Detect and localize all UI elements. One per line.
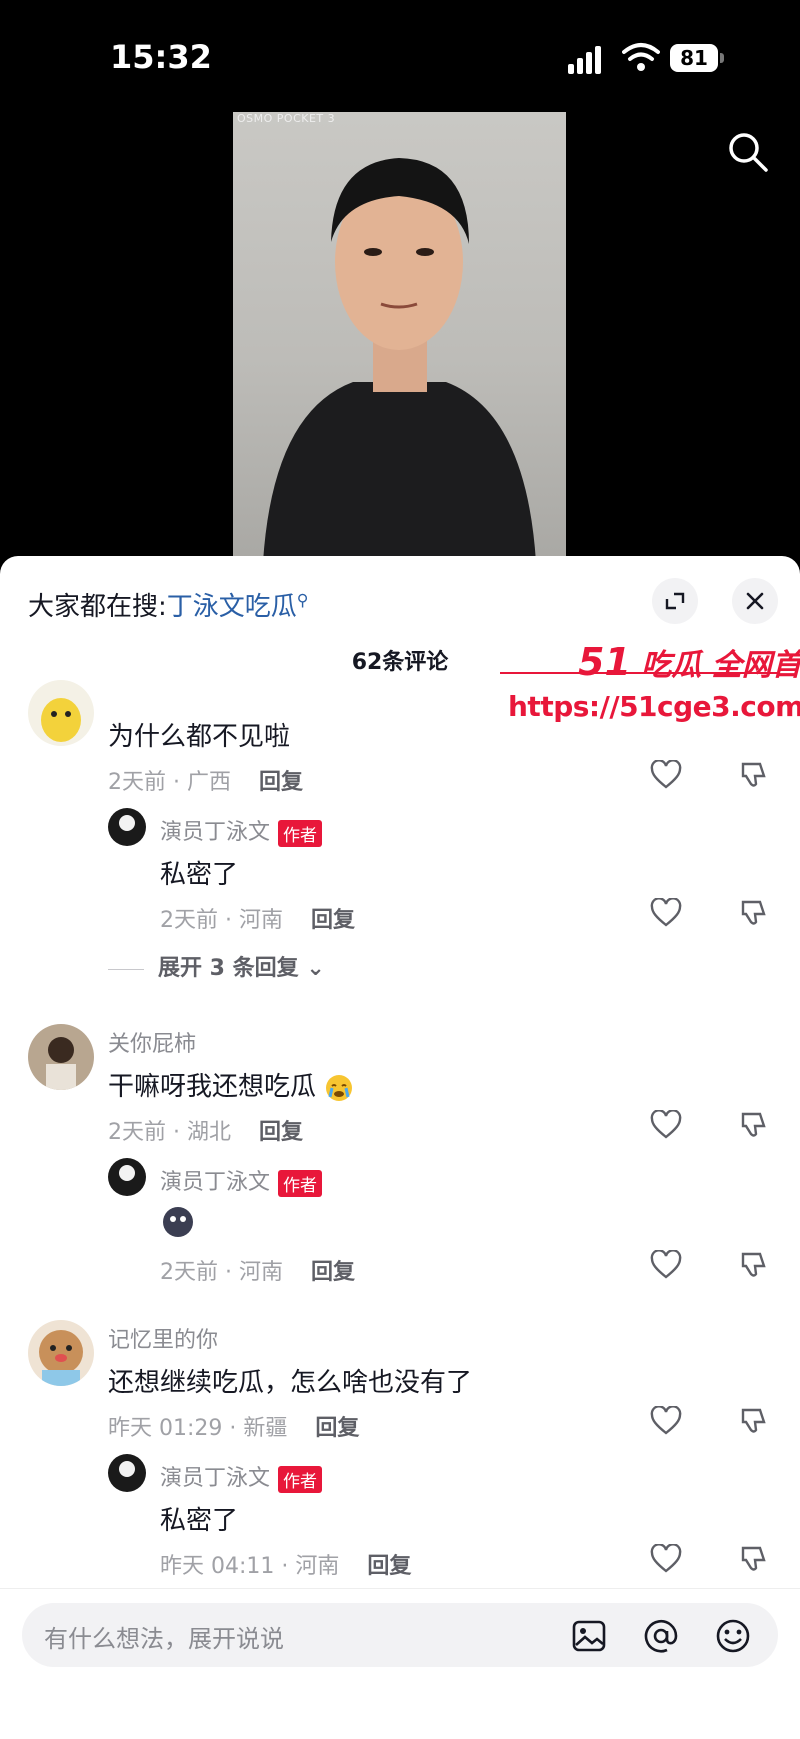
video-frame-person [263, 158, 536, 562]
reply-time-location: 2天前 · 河南 [160, 908, 283, 933]
reply-avatar[interactable] [108, 1454, 146, 1492]
heart-icon[interactable] [650, 1406, 682, 1436]
close-icon [746, 592, 764, 610]
comment-meta: 昨天 01:29 · 新疆 回复 [108, 1410, 359, 1442]
reply-button[interactable]: 回复 [259, 1120, 303, 1145]
watermark-number: 51 [578, 640, 631, 684]
search-icon[interactable] [726, 130, 770, 174]
emoji-icon[interactable] [714, 1617, 752, 1655]
reply-avatar[interactable] [108, 808, 146, 846]
avatar[interactable] [28, 680, 94, 746]
watermark-text: 吃瓜 全网首发 [641, 648, 800, 683]
comment-time-location: 2天前 · 湖北 [108, 1120, 231, 1145]
reply-avatar-image [108, 808, 146, 846]
trending-search[interactable]: 大家都在搜:丁泳文吃瓜⚲ [28, 586, 309, 623]
comment-meta: 2天前 · 广西 回复 [108, 764, 303, 796]
battery-indicator: 81 [670, 44, 726, 72]
reply-username[interactable]: 演员丁泳文 作者 [160, 1460, 323, 1493]
reply-button[interactable]: 回复 [311, 1260, 355, 1285]
heart-icon[interactable] [650, 760, 682, 790]
expand-replies-label: 展开 3 条回复 [158, 956, 299, 981]
status-bar: 15:32 81 [0, 0, 800, 110]
reply-avatar-image [108, 1158, 146, 1196]
at-icon[interactable] [642, 1617, 680, 1655]
reply-username[interactable]: 演员丁泳文 作者 [160, 814, 323, 847]
reply-meta: 昨天 04:11 · 河南 回复 [160, 1548, 411, 1580]
reply-button[interactable]: 回复 [315, 1416, 359, 1441]
reply-time-location: 2天前 · 河南 [160, 1260, 283, 1285]
dislike-icon[interactable] [738, 1110, 768, 1140]
reply-avatar[interactable] [108, 1158, 146, 1196]
trending-keyword[interactable]: 丁泳文吃瓜 [167, 592, 297, 622]
reply-button[interactable]: 回复 [367, 1554, 411, 1579]
close-button[interactable] [732, 578, 778, 624]
reply-time-location: 昨天 04:11 · 河南 [160, 1554, 340, 1579]
trending-prefix: 大家都在搜: [28, 592, 167, 622]
expand-divider [108, 968, 144, 970]
heart-icon[interactable] [650, 898, 682, 928]
avatar-image [28, 1320, 94, 1386]
reply-text: 私密了 [160, 1506, 239, 1536]
dislike-icon[interactable] [738, 898, 768, 928]
reply-username-text: 演员丁泳文 [160, 1170, 271, 1195]
crying-emoji-icon [326, 1074, 353, 1101]
dislike-icon[interactable] [738, 760, 768, 790]
image-icon[interactable] [570, 1617, 608, 1655]
comment-text: 还想继续吃瓜，怎么啥也没有了 [108, 1368, 473, 1398]
comment-time-location: 昨天 01:29 · 新疆 [108, 1416, 288, 1441]
dislike-icon[interactable] [738, 1544, 768, 1574]
comment-input-bar: 有什么想法，展开说说 [0, 1588, 800, 1739]
sticker-emoji-icon [163, 1207, 193, 1237]
comment-username[interactable]: 记忆里的你 [108, 1322, 218, 1354]
dislike-icon[interactable] [738, 1250, 768, 1280]
signal-icon [568, 46, 601, 74]
avatar[interactable] [28, 1320, 94, 1386]
watermark-url: https://51cge3.com [508, 690, 800, 723]
dislike-icon[interactable] [738, 1406, 768, 1436]
small-search-icon: ⚲ [296, 590, 309, 610]
reply-text: 私密了 [160, 860, 239, 890]
avatar[interactable] [28, 1024, 94, 1090]
battery-tip [720, 53, 724, 63]
reply-button[interactable]: 回复 [259, 770, 303, 795]
reply-username-text: 演员丁泳文 [160, 1466, 271, 1491]
avatar-image [28, 680, 94, 746]
reply-username[interactable]: 演员丁泳文 作者 [160, 1164, 323, 1197]
comment-text: 干嘛呀我还想吃瓜 [108, 1066, 354, 1103]
chevron-down-icon: ⌄ [306, 956, 325, 981]
author-badge: 作者 [278, 1465, 323, 1493]
watermark: 51 吃瓜 全网首发 https://51cge3.com [500, 640, 800, 730]
battery-level: 81 [670, 44, 718, 72]
comment-username[interactable]: 关你屁柿 [108, 1026, 196, 1058]
expand-replies-button[interactable]: 展开 3 条回复 ⌄ [108, 950, 325, 982]
comment-time-location: 2天前 · 广西 [108, 770, 231, 795]
fullscreen-icon [665, 592, 685, 610]
avatar-image [28, 1024, 94, 1090]
heart-icon[interactable] [650, 1250, 682, 1280]
author-badge: 作者 [278, 819, 323, 847]
reply-meta: 2天前 · 河南 回复 [160, 1254, 355, 1286]
comment-text: 为什么都不见啦 [108, 722, 291, 752]
heart-icon[interactable] [650, 1544, 682, 1574]
comment-input-placeholder: 有什么想法，展开说说 [44, 1625, 284, 1653]
reply-username-text: 演员丁泳文 [160, 820, 271, 845]
fullscreen-button[interactable] [652, 578, 698, 624]
reply-button[interactable]: 回复 [311, 908, 355, 933]
video-player[interactable]: OSMO POCKET 3 [233, 112, 566, 562]
comment-text-content: 干嘛呀我还想吃瓜 [108, 1072, 317, 1102]
comment-input[interactable]: 有什么想法，展开说说 [22, 1603, 778, 1667]
status-time: 15:32 [110, 38, 212, 76]
wifi-icon [622, 43, 660, 71]
heart-icon[interactable] [650, 1110, 682, 1140]
author-badge: 作者 [278, 1169, 323, 1197]
watermark-title: 51 吃瓜 全网首发 [578, 640, 800, 684]
reply-avatar-image [108, 1454, 146, 1492]
reply-meta: 2天前 · 河南 回复 [160, 902, 355, 934]
comment-meta: 2天前 · 湖北 回复 [108, 1114, 303, 1146]
